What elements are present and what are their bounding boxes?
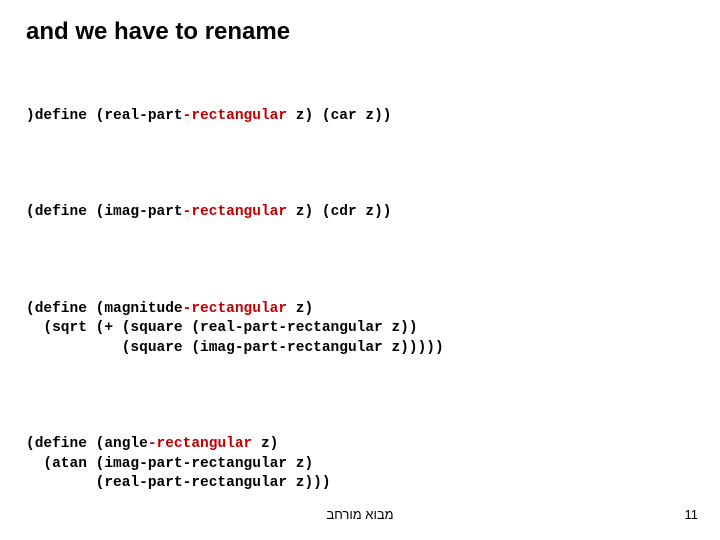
code-text: (real-part-rectangular z))) <box>26 475 331 491</box>
code-block-imag-part: (define (imag-part-rectangular z) (cdr z… <box>26 203 694 223</box>
code-text: z) <box>287 301 313 317</box>
code-text: z) (cdr z)) <box>287 204 391 220</box>
footer-text: מבוא מורחב <box>0 507 720 522</box>
code-block-real-part: )define (real-part-rectangular z) (car z… <box>26 107 694 127</box>
code-highlight: -rectangular <box>183 108 287 124</box>
code-area: )define (real-part-rectangular z) (car z… <box>26 68 694 540</box>
code-text: (square (imag-part-rectangular z))))) <box>26 340 444 356</box>
code-highlight: -rectangular <box>183 204 287 220</box>
code-text: z) <box>252 436 278 452</box>
code-text: (define (magnitude <box>26 301 183 317</box>
code-highlight: -rectangular <box>148 436 252 452</box>
code-highlight: -rectangular <box>183 301 287 317</box>
slide: and we have to rename )define (real-part… <box>0 0 720 540</box>
code-text: (sqrt (+ (square (real-part-rectangular … <box>26 320 418 336</box>
code-text: )define (real-part <box>26 108 183 124</box>
code-text: (atan (imag-part-rectangular z) <box>26 456 313 472</box>
code-text: z) (car z)) <box>287 108 391 124</box>
code-text: (define (imag-part <box>26 204 183 220</box>
slide-title: and we have to rename <box>26 18 694 46</box>
code-block-angle: (define (angle-rectangular z) (atan (ima… <box>26 435 694 494</box>
code-block-magnitude: (define (magnitude-rectangular z) (sqrt … <box>26 300 694 359</box>
page-number: 11 <box>685 507 699 522</box>
code-text: (define (angle <box>26 436 148 452</box>
